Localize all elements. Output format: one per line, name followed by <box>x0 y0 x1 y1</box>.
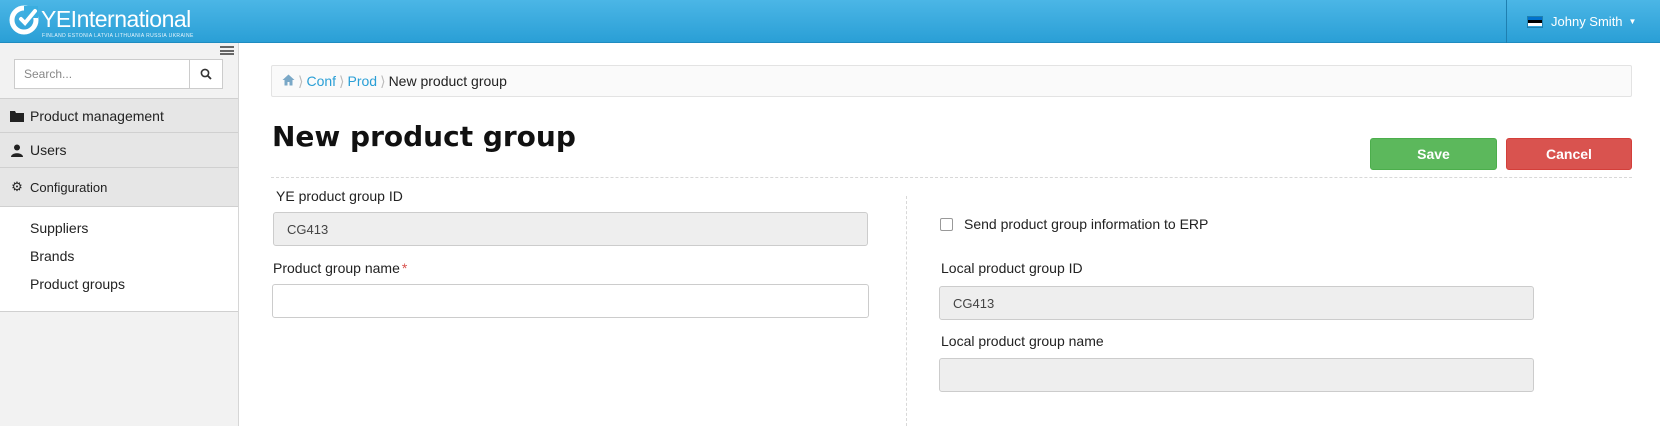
user-name: Johny Smith <box>1551 14 1623 29</box>
breadcrumb: ⟩ Conf ⟩ Prod ⟩ New product group <box>271 65 1632 97</box>
send-to-erp-label: Send product group information to ERP <box>964 216 1209 232</box>
sidebar-item-label: Users <box>30 142 67 158</box>
cancel-button[interactable]: Cancel <box>1506 138 1632 170</box>
breadcrumb-separator: ⟩ <box>380 72 386 89</box>
estonia-flag-icon <box>1527 15 1543 28</box>
logo-subtext: FINLAND ESTONIA LATVIA LITHUANIA RUSSIA … <box>42 33 194 39</box>
top-bar: YEInternational FINLAND ESTONIA LATVIA L… <box>0 0 1660 43</box>
user-menu[interactable]: Johny Smith ▼ <box>1506 0 1660 43</box>
sidebar-item-label: Product management <box>30 107 164 124</box>
breadcrumb-current: New product group <box>388 73 507 89</box>
sidebar-collapse-icon[interactable] <box>220 46 234 55</box>
required-marker: * <box>401 260 408 276</box>
ye-product-group-id-label: YE product group ID <box>276 188 403 204</box>
local-product-group-name-label: Local product group name <box>941 333 1104 349</box>
ye-product-group-id-field: CG413 <box>273 212 868 246</box>
search-input[interactable] <box>14 59 189 89</box>
local-product-group-id-label: Local product group ID <box>941 260 1083 276</box>
home-icon[interactable] <box>282 73 295 89</box>
local-product-group-name-field <box>939 358 1534 392</box>
sidebar-subitem-brands[interactable]: Brands <box>30 248 74 264</box>
search-button[interactable] <box>189 59 223 89</box>
save-button[interactable]: Save <box>1370 138 1497 170</box>
logo[interactable]: YEInternational FINLAND ESTONIA LATVIA L… <box>8 4 194 40</box>
column-divider <box>906 196 907 426</box>
sidebar-subnav: Suppliers Brands Product groups <box>0 206 238 312</box>
sidebar: Product management Users ⚙ Configuration… <box>0 43 239 426</box>
sidebar-subitem-suppliers[interactable]: Suppliers <box>30 220 88 236</box>
page-title: New product group <box>272 120 576 153</box>
send-to-erp-checkbox[interactable] <box>940 218 953 231</box>
local-product-group-id-field: CG413 <box>939 286 1534 320</box>
divider <box>271 177 1632 178</box>
sidebar-item-users[interactable]: Users <box>0 132 238 167</box>
logo-icon <box>8 4 40 36</box>
breadcrumb-link-configuration[interactable]: Conf <box>306 73 336 89</box>
sidebar-item-configuration[interactable]: ⚙ Configuration <box>0 167 238 206</box>
user-icon <box>10 143 24 157</box>
breadcrumb-link-product-groups[interactable]: Prod <box>348 73 378 89</box>
product-group-name-input[interactable] <box>272 284 869 318</box>
product-group-name-label: Product group name * <box>273 260 407 276</box>
folder-icon <box>10 109 24 123</box>
product-group-name-label-text: Product group name <box>273 260 400 276</box>
gear-icon: ⚙ <box>11 179 23 194</box>
caret-down-icon: ▼ <box>1628 17 1637 26</box>
breadcrumb-separator: ⟩ <box>339 72 345 89</box>
search-icon <box>200 68 212 80</box>
sidebar-search <box>14 59 223 89</box>
logo-text: YEInternational <box>41 6 191 32</box>
sidebar-item-label: Configuration <box>30 179 108 195</box>
sidebar-subitem-product-groups[interactable]: Product groups <box>30 276 125 292</box>
sidebar-item-product-management[interactable]: Product management <box>0 98 238 132</box>
breadcrumb-separator: ⟩ <box>298 72 304 89</box>
